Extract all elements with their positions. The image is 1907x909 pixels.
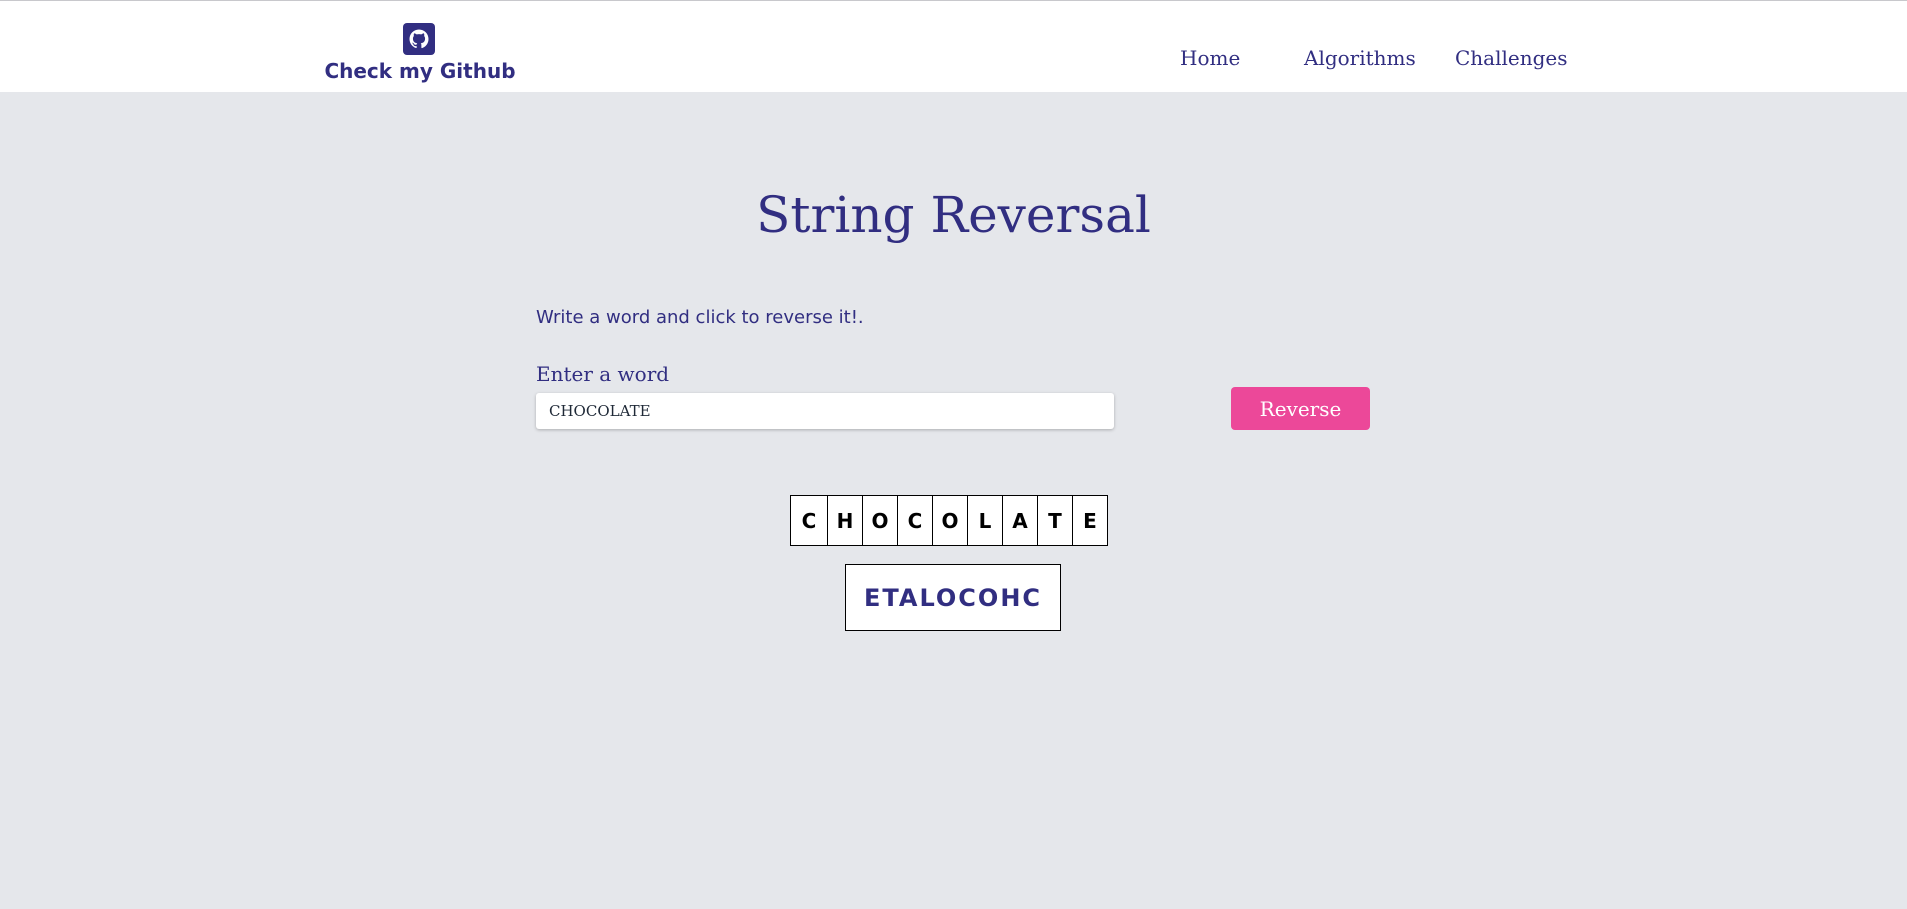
letter-tile: O (932, 496, 967, 545)
word-input-label: Enter a word (536, 362, 670, 386)
letter-tile: T (1037, 496, 1072, 545)
github-link[interactable]: Check my Github (324, 23, 516, 87)
github-link-label: Check my Github (324, 59, 516, 83)
letter-tile: L (967, 496, 1002, 545)
letter-tile: A (1002, 496, 1037, 545)
letter-tile: O (862, 496, 897, 545)
page-title: String Reversal (756, 186, 1151, 244)
letter-tile: C (897, 496, 932, 545)
instructions-text: Write a word and click to reverse it!. (536, 307, 864, 328)
reverse-button[interactable]: Reverse (1231, 387, 1370, 430)
top-navbar: Check my Github Home Algorithms Challeng… (0, 0, 1907, 92)
letter-tile: C (801, 508, 817, 533)
letter-tiles: C H O C O L A T E (790, 495, 1108, 546)
github-icon (403, 23, 435, 55)
letter-tile: E (1072, 496, 1107, 545)
nav-challenges-link[interactable]: Challenges (1455, 46, 1568, 70)
word-input[interactable] (536, 393, 1114, 429)
letter-tile: H (827, 496, 862, 545)
nav-algorithms-link[interactable]: Algorithms (1304, 46, 1416, 70)
nav-home-link[interactable]: Home (1180, 46, 1240, 70)
reversed-result: ETALOCOHC (845, 564, 1061, 631)
